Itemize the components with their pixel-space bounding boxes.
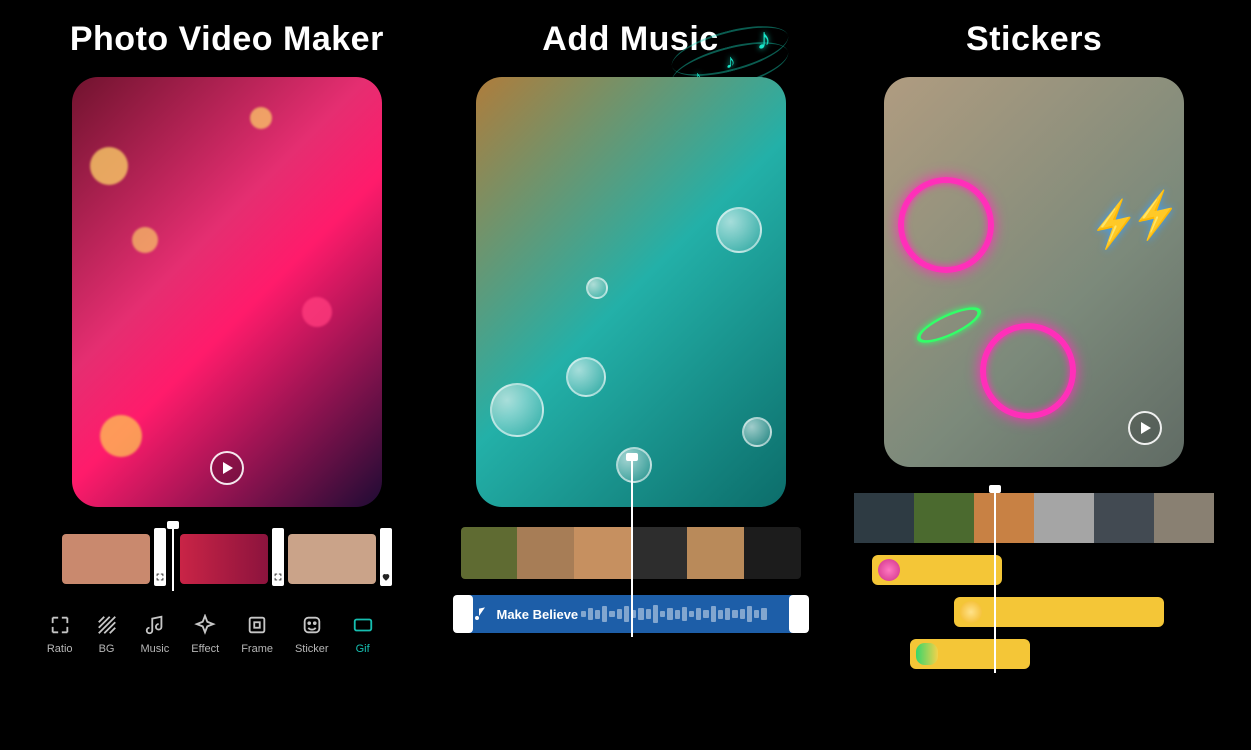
- clip-thumb[interactable]: [744, 527, 801, 579]
- play-icon: [222, 461, 234, 475]
- clip-thumb[interactable]: [1154, 493, 1214, 543]
- music-icon: [143, 613, 167, 637]
- clip-thumb[interactable]: [914, 493, 974, 543]
- heart-icon: [381, 572, 391, 582]
- playhead[interactable]: [172, 527, 174, 591]
- tool-frame[interactable]: Frame: [241, 613, 273, 655]
- gif-icon: [351, 613, 375, 637]
- expand-icon: [155, 572, 165, 582]
- effect-icon: [193, 613, 217, 637]
- bg-icon: [95, 613, 119, 637]
- clip-thumb[interactable]: [288, 534, 376, 584]
- tool-label: Effect: [191, 643, 219, 655]
- sticker-thumb: [960, 601, 982, 623]
- clip-handle[interactable]: [380, 528, 392, 586]
- tool-label: Frame: [241, 643, 273, 655]
- panel-stickers: Stickers ⚡⚡: [847, 20, 1221, 740]
- playhead[interactable]: [994, 493, 996, 673]
- tool-label: Ratio: [47, 643, 73, 655]
- clip-thumb[interactable]: [180, 534, 268, 584]
- expand-icon: [273, 572, 283, 582]
- playhead[interactable]: [631, 459, 633, 637]
- tool-label: BG: [99, 643, 115, 655]
- tool-music[interactable]: Music: [141, 613, 170, 655]
- preview-image[interactable]: [72, 77, 382, 507]
- panel-title: Photo Video Maker: [70, 20, 384, 59]
- panel-add-music: Add Music ♪ ♪ ♪: [444, 20, 818, 740]
- clip-thumb[interactable]: [631, 527, 688, 579]
- lightning-sticker: ⚡⚡: [1083, 189, 1176, 255]
- sticker-track[interactable]: [910, 639, 1030, 669]
- play-button[interactable]: [210, 451, 244, 485]
- sticker-icon: [300, 613, 324, 637]
- tool-label: Sticker: [295, 643, 329, 655]
- tool-ratio[interactable]: Ratio: [47, 613, 73, 655]
- sticker-track[interactable]: [954, 597, 1164, 627]
- sticker-thumb: [878, 559, 900, 581]
- sticker-thumb: [916, 643, 938, 665]
- ratio-icon: [48, 613, 72, 637]
- sticker-track[interactable]: [872, 555, 1002, 585]
- waveform: [581, 605, 767, 623]
- play-icon: [1140, 421, 1152, 435]
- clip-thumb[interactable]: [854, 493, 914, 543]
- clip-thumb[interactable]: [1094, 493, 1154, 543]
- clip-handle[interactable]: [154, 528, 166, 586]
- clip-thumb[interactable]: [517, 527, 574, 579]
- tool-gif[interactable]: Gif: [351, 613, 375, 655]
- preview-image[interactable]: [476, 77, 786, 507]
- timeline-clips[interactable]: [854, 493, 1214, 543]
- tool-bg[interactable]: BG: [95, 613, 119, 655]
- clip-thumb[interactable]: [574, 527, 631, 579]
- clip-thumb[interactable]: [974, 493, 1034, 543]
- tool-label: Music: [141, 643, 170, 655]
- panel-title: Stickers: [966, 20, 1102, 59]
- panel-title: Add Music: [542, 20, 718, 59]
- play-button[interactable]: [1128, 411, 1162, 445]
- clip-thumb[interactable]: [687, 527, 744, 579]
- clip-handle[interactable]: [272, 528, 284, 586]
- tool-effect[interactable]: Effect: [191, 613, 219, 655]
- editor-toolbar: Ratio BG Music Effect Frame Sticker: [47, 613, 407, 655]
- clip-thumb[interactable]: [62, 534, 150, 584]
- scribble-sticker: [913, 300, 986, 349]
- clip-thumb[interactable]: [461, 527, 518, 579]
- music-track-name: Make Believe: [497, 607, 579, 622]
- music-note-icon: [473, 606, 489, 622]
- timeline-clips[interactable]: [62, 527, 392, 591]
- tool-label: Gif: [356, 643, 370, 655]
- panel-photo-video-maker: Photo Video Maker Ratio: [40, 20, 414, 740]
- frame-icon: [245, 613, 269, 637]
- preview-image[interactable]: ⚡⚡: [884, 77, 1184, 467]
- clip-thumb[interactable]: [1034, 493, 1094, 543]
- tool-sticker[interactable]: Sticker: [295, 613, 329, 655]
